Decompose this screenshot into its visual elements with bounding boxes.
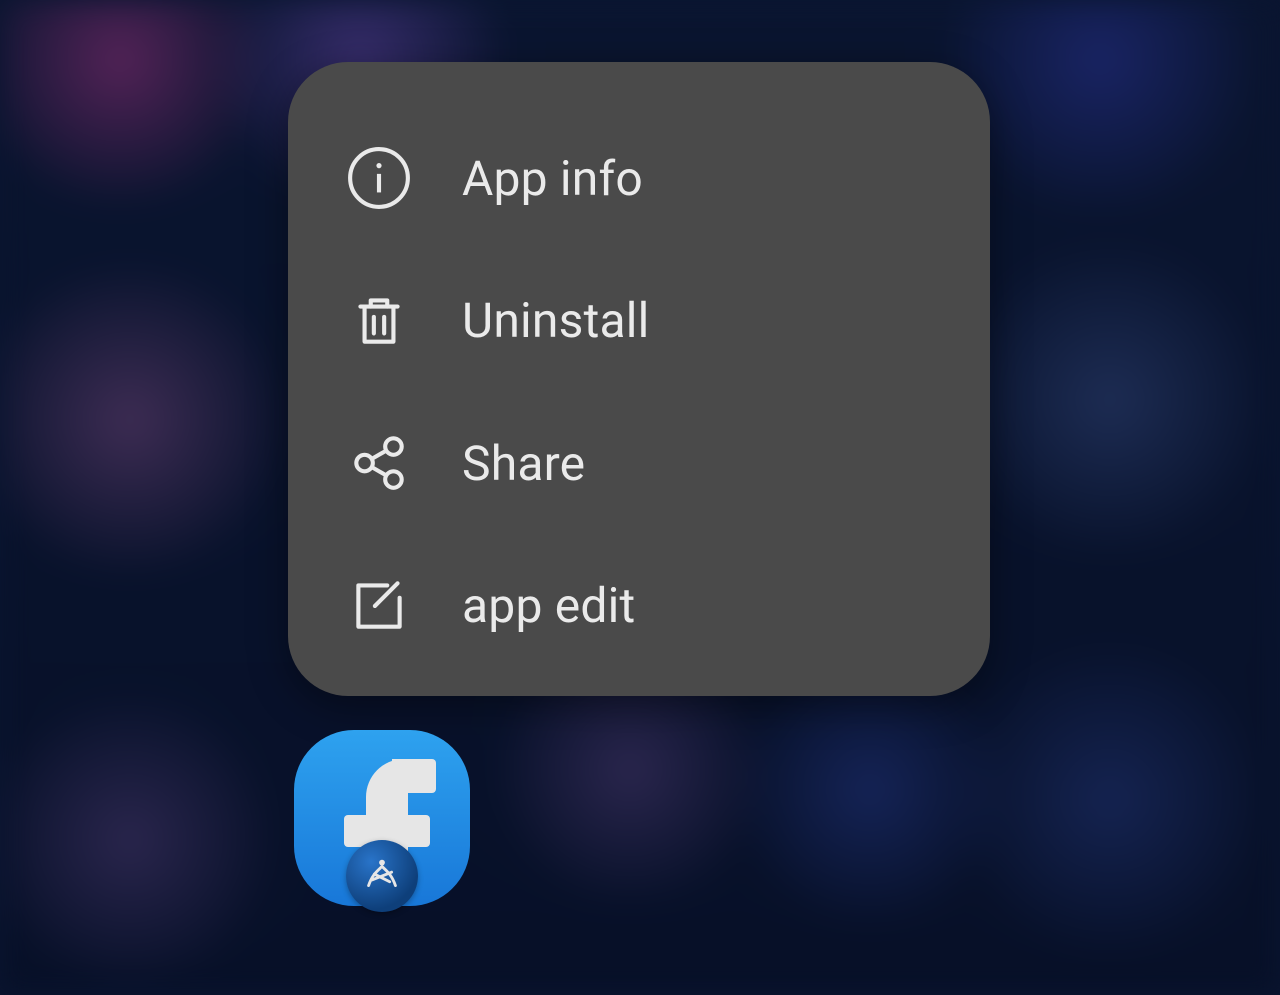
info-icon: [346, 145, 412, 211]
menu-item-app-info[interactable]: App info: [288, 128, 990, 228]
menu-label: Share: [462, 435, 585, 492]
app-context-menu: App info Uninstall Share: [288, 62, 990, 696]
menu-item-share[interactable]: Share: [288, 413, 990, 513]
app-cloner-badge-icon: [346, 840, 418, 912]
share-icon: [346, 430, 412, 496]
trash-icon: [346, 288, 412, 354]
menu-item-uninstall[interactable]: Uninstall: [288, 271, 990, 371]
menu-label: App info: [462, 150, 643, 207]
menu-label: Uninstall: [462, 292, 650, 349]
menu-item-app-edit[interactable]: app edit: [288, 556, 990, 656]
menu-label: app edit: [462, 577, 635, 634]
edit-icon: [346, 573, 412, 639]
